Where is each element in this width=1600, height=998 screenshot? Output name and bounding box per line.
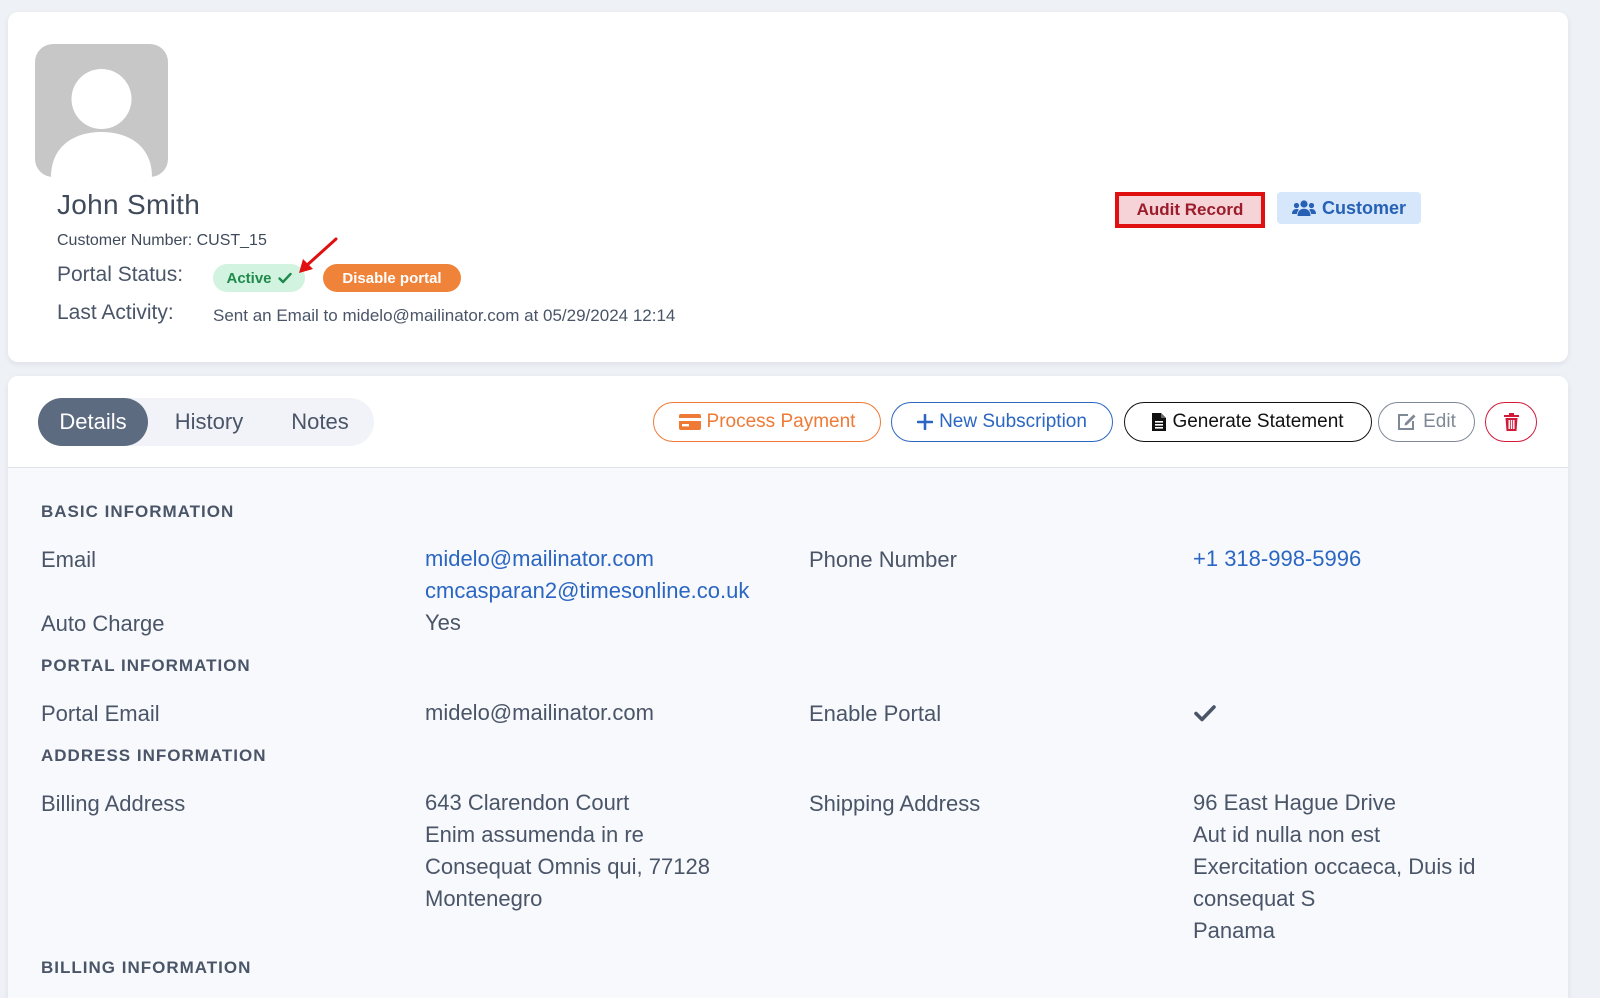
audit-record-button[interactable]: Audit Record xyxy=(1115,192,1265,228)
billing-address-line-2: Enim assumenda in re xyxy=(425,822,644,847)
portal-status-badge: Active xyxy=(213,264,305,292)
auto-charge-label: Auto Charge xyxy=(41,611,165,636)
trash-icon xyxy=(1503,413,1519,431)
shipping-address-line-2: Aut id nulla non est xyxy=(1193,822,1381,847)
new-subscription-label: New Subscription xyxy=(939,411,1087,432)
portal-status-value: Active xyxy=(226,269,272,287)
shipping-address-line-4: consequat S xyxy=(1193,886,1316,911)
last-activity-label: Last Activity: xyxy=(57,301,174,324)
new-subscription-button[interactable]: New Subscription xyxy=(891,402,1113,442)
enable-portal-label: Enable Portal xyxy=(809,701,942,726)
edit-label: Edit xyxy=(1423,411,1456,432)
generate-statement-button[interactable]: Generate Statement xyxy=(1124,402,1372,442)
process-payment-button[interactable]: Process Payment xyxy=(653,402,881,442)
auto-charge-value: Yes xyxy=(425,610,461,635)
email-secondary-link[interactable]: cmcasparan2@timesonline.co.uk xyxy=(425,575,749,607)
tab-history[interactable]: History xyxy=(154,398,264,446)
shipping-address-line-1: 96 East Hague Drive xyxy=(1193,790,1396,815)
customer-number: Customer Number: CUST_15 xyxy=(57,232,267,249)
tab-details[interactable]: Details xyxy=(38,398,148,446)
delete-button[interactable] xyxy=(1485,402,1537,442)
email-label: Email xyxy=(41,547,97,572)
phone-number-label: Phone Number xyxy=(809,547,957,572)
disable-portal-button[interactable]: Disable portal xyxy=(323,264,461,292)
customer-name: John Smith xyxy=(57,189,201,220)
billing-address-label: Billing Address xyxy=(41,791,186,816)
customer-details-card: Details History Notes Process Payment Ne… xyxy=(8,376,1568,998)
billing-address-line-3: Consequat Omnis qui, 77128 xyxy=(425,854,710,879)
process-payment-label: Process Payment xyxy=(706,411,856,432)
customer-type-badge: Customer xyxy=(1277,192,1421,224)
portal-information-title: PORTAL INFORMATION xyxy=(41,656,251,675)
billing-address-line-4: Montenegro xyxy=(425,886,543,911)
credit-card-icon xyxy=(678,414,701,430)
edit-button[interactable]: Edit xyxy=(1378,402,1475,442)
customer-badge-label: Customer xyxy=(1321,197,1406,218)
plus-icon xyxy=(917,414,934,430)
edit-icon xyxy=(1398,414,1416,430)
billing-address-line-1: 643 Clarendon Court xyxy=(425,790,630,815)
last-activity-text: Sent an Email to midelo@mailinator.com a… xyxy=(213,306,676,325)
details-toolbar: Details History Notes Process Payment Ne… xyxy=(8,376,1568,468)
shipping-address-label: Shipping Address xyxy=(809,791,981,816)
portal-email-value: midelo@mailinator.com xyxy=(425,700,654,725)
avatar xyxy=(35,44,168,177)
tab-group: Details History Notes xyxy=(38,398,374,446)
billing-information-title: BILLING INFORMATION xyxy=(41,958,252,977)
portal-status-label: Portal Status: xyxy=(57,263,184,286)
shipping-address-line-3: Exercitation occaeca, Duis id xyxy=(1193,854,1476,879)
check-icon xyxy=(1194,705,1216,722)
tab-notes[interactable]: Notes xyxy=(270,398,370,446)
phone-number-link[interactable]: +1 318-998-5996 xyxy=(1193,543,1361,575)
email-primary-link[interactable]: midelo@mailinator.com xyxy=(425,543,654,575)
portal-email-label: Portal Email xyxy=(41,701,160,726)
shipping-address-line-5: Panama xyxy=(1193,918,1275,943)
customer-profile-card: John Smith Customer Number: CUST_15 Port… xyxy=(8,12,1568,362)
users-icon xyxy=(1291,200,1316,216)
basic-information-title: BASIC INFORMATION xyxy=(41,502,235,521)
document-icon xyxy=(1152,413,1167,431)
check-icon xyxy=(277,272,292,284)
user-silhouette-icon xyxy=(51,69,152,177)
address-information-title: ADDRESS INFORMATION xyxy=(41,746,267,765)
generate-statement-label: Generate Statement xyxy=(1172,411,1344,432)
